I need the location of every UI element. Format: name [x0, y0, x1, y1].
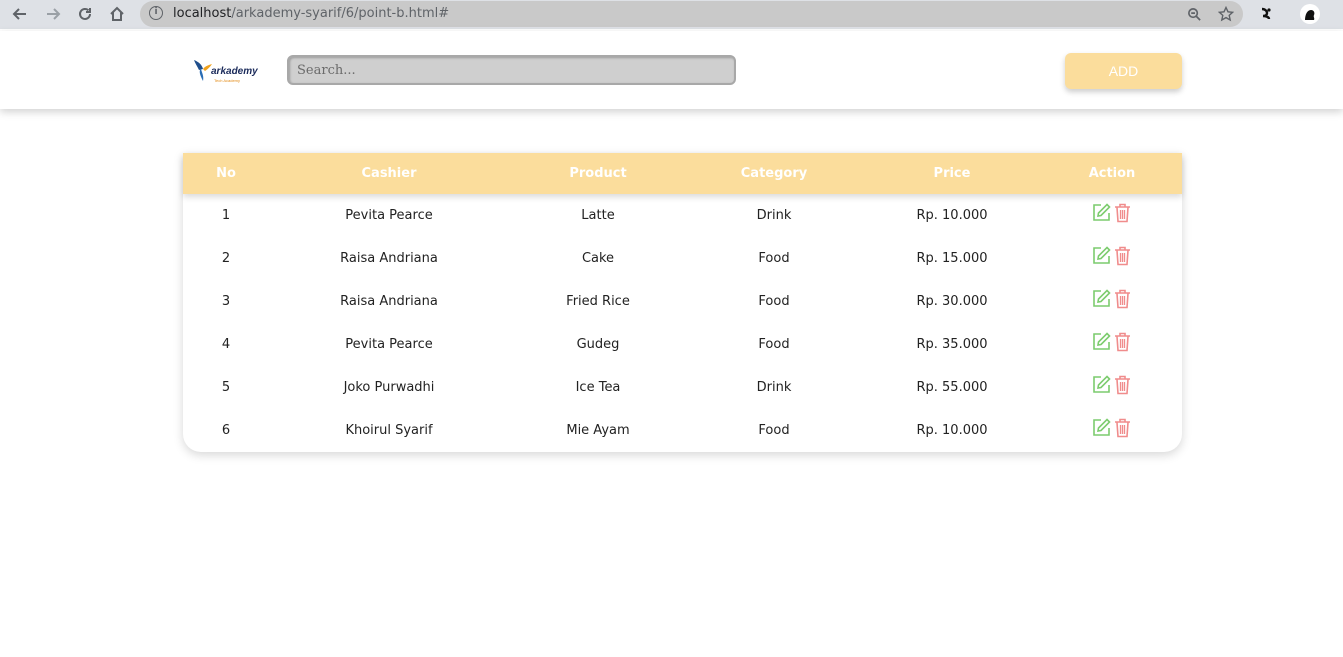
trash-icon[interactable] — [1114, 332, 1131, 352]
cell-cashier: Raisa Andriana — [340, 251, 438, 266]
trash-icon[interactable] — [1114, 289, 1131, 309]
column-header-action: Action — [1088, 166, 1136, 181]
cell-category: Drink — [756, 380, 792, 395]
cell-product: Ice Tea — [575, 380, 621, 395]
cell-no: 5 — [221, 380, 231, 395]
arkademy-logo[interactable]: arkademy Tech Academy — [192, 56, 264, 86]
logo-wordmark: arkademy — [211, 66, 258, 77]
cell-product: Fried Rice — [566, 294, 630, 309]
cell-product: Cake — [581, 251, 615, 266]
cell-product: Mie Ayam — [566, 423, 630, 438]
edit-icon[interactable] — [1092, 246, 1111, 265]
cell-cashier: Joko Purwadhi — [343, 380, 435, 395]
trash-icon[interactable] — [1114, 418, 1131, 438]
zoom-icon[interactable] — [1185, 5, 1203, 23]
table-header: No Cashier Product Category Price Action — [183, 153, 1182, 194]
cell-category: Food — [758, 251, 790, 266]
cell-cashier: Khoirul Syarif — [345, 423, 433, 438]
row-actions — [1092, 375, 1134, 397]
cell-cashier: Raisa Andriana — [340, 294, 438, 309]
cell-product: Gudeg — [576, 337, 620, 352]
table-row: 4 Pevita Pearce Gudeg Food Rp. 35.000 — [183, 323, 1182, 366]
row-actions — [1092, 203, 1134, 225]
cell-no: 1 — [221, 208, 231, 223]
reload-icon[interactable] — [73, 3, 97, 25]
cell-no: 4 — [221, 337, 231, 352]
table-row: 5 Joko Purwadhi Ice Tea Drink Rp. 55.000 — [183, 366, 1182, 409]
edit-icon[interactable] — [1092, 289, 1111, 308]
forward-arrow-icon[interactable] — [41, 3, 65, 25]
cell-cashier: Pevita Pearce — [345, 337, 433, 352]
browser-toolbar: i localhost/arkademy-syarif/6/point-b.ht… — [0, 0, 1343, 29]
transactions-table: No Cashier Product Category Price Action… — [183, 153, 1182, 452]
column-header-category: Category — [740, 166, 808, 181]
app-header: arkademy Tech Academy ADD — [0, 31, 1343, 109]
edit-icon[interactable] — [1092, 332, 1111, 351]
back-arrow-icon[interactable] — [8, 3, 32, 25]
cell-price: Rp. 30.000 — [916, 294, 988, 309]
cell-category: Food — [758, 423, 790, 438]
edit-icon[interactable] — [1092, 375, 1111, 394]
logo-tagline: Tech Academy — [214, 78, 241, 83]
cell-price: Rp. 15.000 — [916, 251, 988, 266]
trash-icon[interactable] — [1114, 246, 1131, 266]
cell-no: 6 — [221, 423, 231, 438]
address-url: localhost/arkademy-syarif/6/point-b.html… — [173, 6, 450, 21]
column-header-product: Product — [569, 166, 627, 181]
table-row: 3 Raisa Andriana Fried Rice Food Rp. 30.000 — [183, 280, 1182, 323]
cell-no: 3 — [221, 294, 231, 309]
search-input[interactable] — [287, 55, 736, 85]
edit-icon[interactable] — [1092, 203, 1111, 222]
row-actions — [1092, 332, 1134, 354]
address-bar[interactable]: i localhost/arkademy-syarif/6/point-b.ht… — [140, 1, 1243, 27]
cell-category: Food — [758, 294, 790, 309]
cell-price: Rp. 10.000 — [916, 423, 988, 438]
row-actions — [1092, 418, 1134, 440]
table-row: 2 Raisa Andriana Cake Food Rp. 15.000 — [183, 237, 1182, 280]
trash-icon[interactable] — [1114, 203, 1131, 223]
profile-avatar-icon[interactable] — [1299, 3, 1321, 25]
table-row: 6 Khoirul Syarif Mie Ayam Food Rp. 10.000 — [183, 409, 1182, 452]
home-icon[interactable] — [105, 3, 129, 25]
cell-price: Rp. 55.000 — [916, 380, 988, 395]
extension-icon[interactable] — [1255, 3, 1277, 25]
cell-cashier: Pevita Pearce — [345, 208, 433, 223]
cell-product: Latte — [581, 208, 615, 223]
column-header-cashier: Cashier — [361, 166, 417, 181]
table-row: 1 Pevita Pearce Latte Drink Rp. 10.000 — [183, 194, 1182, 237]
cell-no: 2 — [221, 251, 231, 266]
cell-category: Food — [758, 337, 790, 352]
add-button[interactable]: ADD — [1065, 53, 1182, 89]
site-info-icon[interactable]: i — [149, 6, 163, 20]
cell-price: Rp. 35.000 — [916, 337, 988, 352]
row-actions — [1092, 246, 1134, 268]
column-header-price: Price — [933, 166, 971, 181]
column-header-no: No — [216, 166, 236, 181]
bookmark-star-icon[interactable] — [1217, 5, 1235, 23]
edit-icon[interactable] — [1092, 418, 1111, 437]
row-actions — [1092, 289, 1134, 311]
trash-icon[interactable] — [1114, 375, 1131, 395]
cell-category: Drink — [756, 208, 792, 223]
cell-price: Rp. 10.000 — [916, 208, 988, 223]
